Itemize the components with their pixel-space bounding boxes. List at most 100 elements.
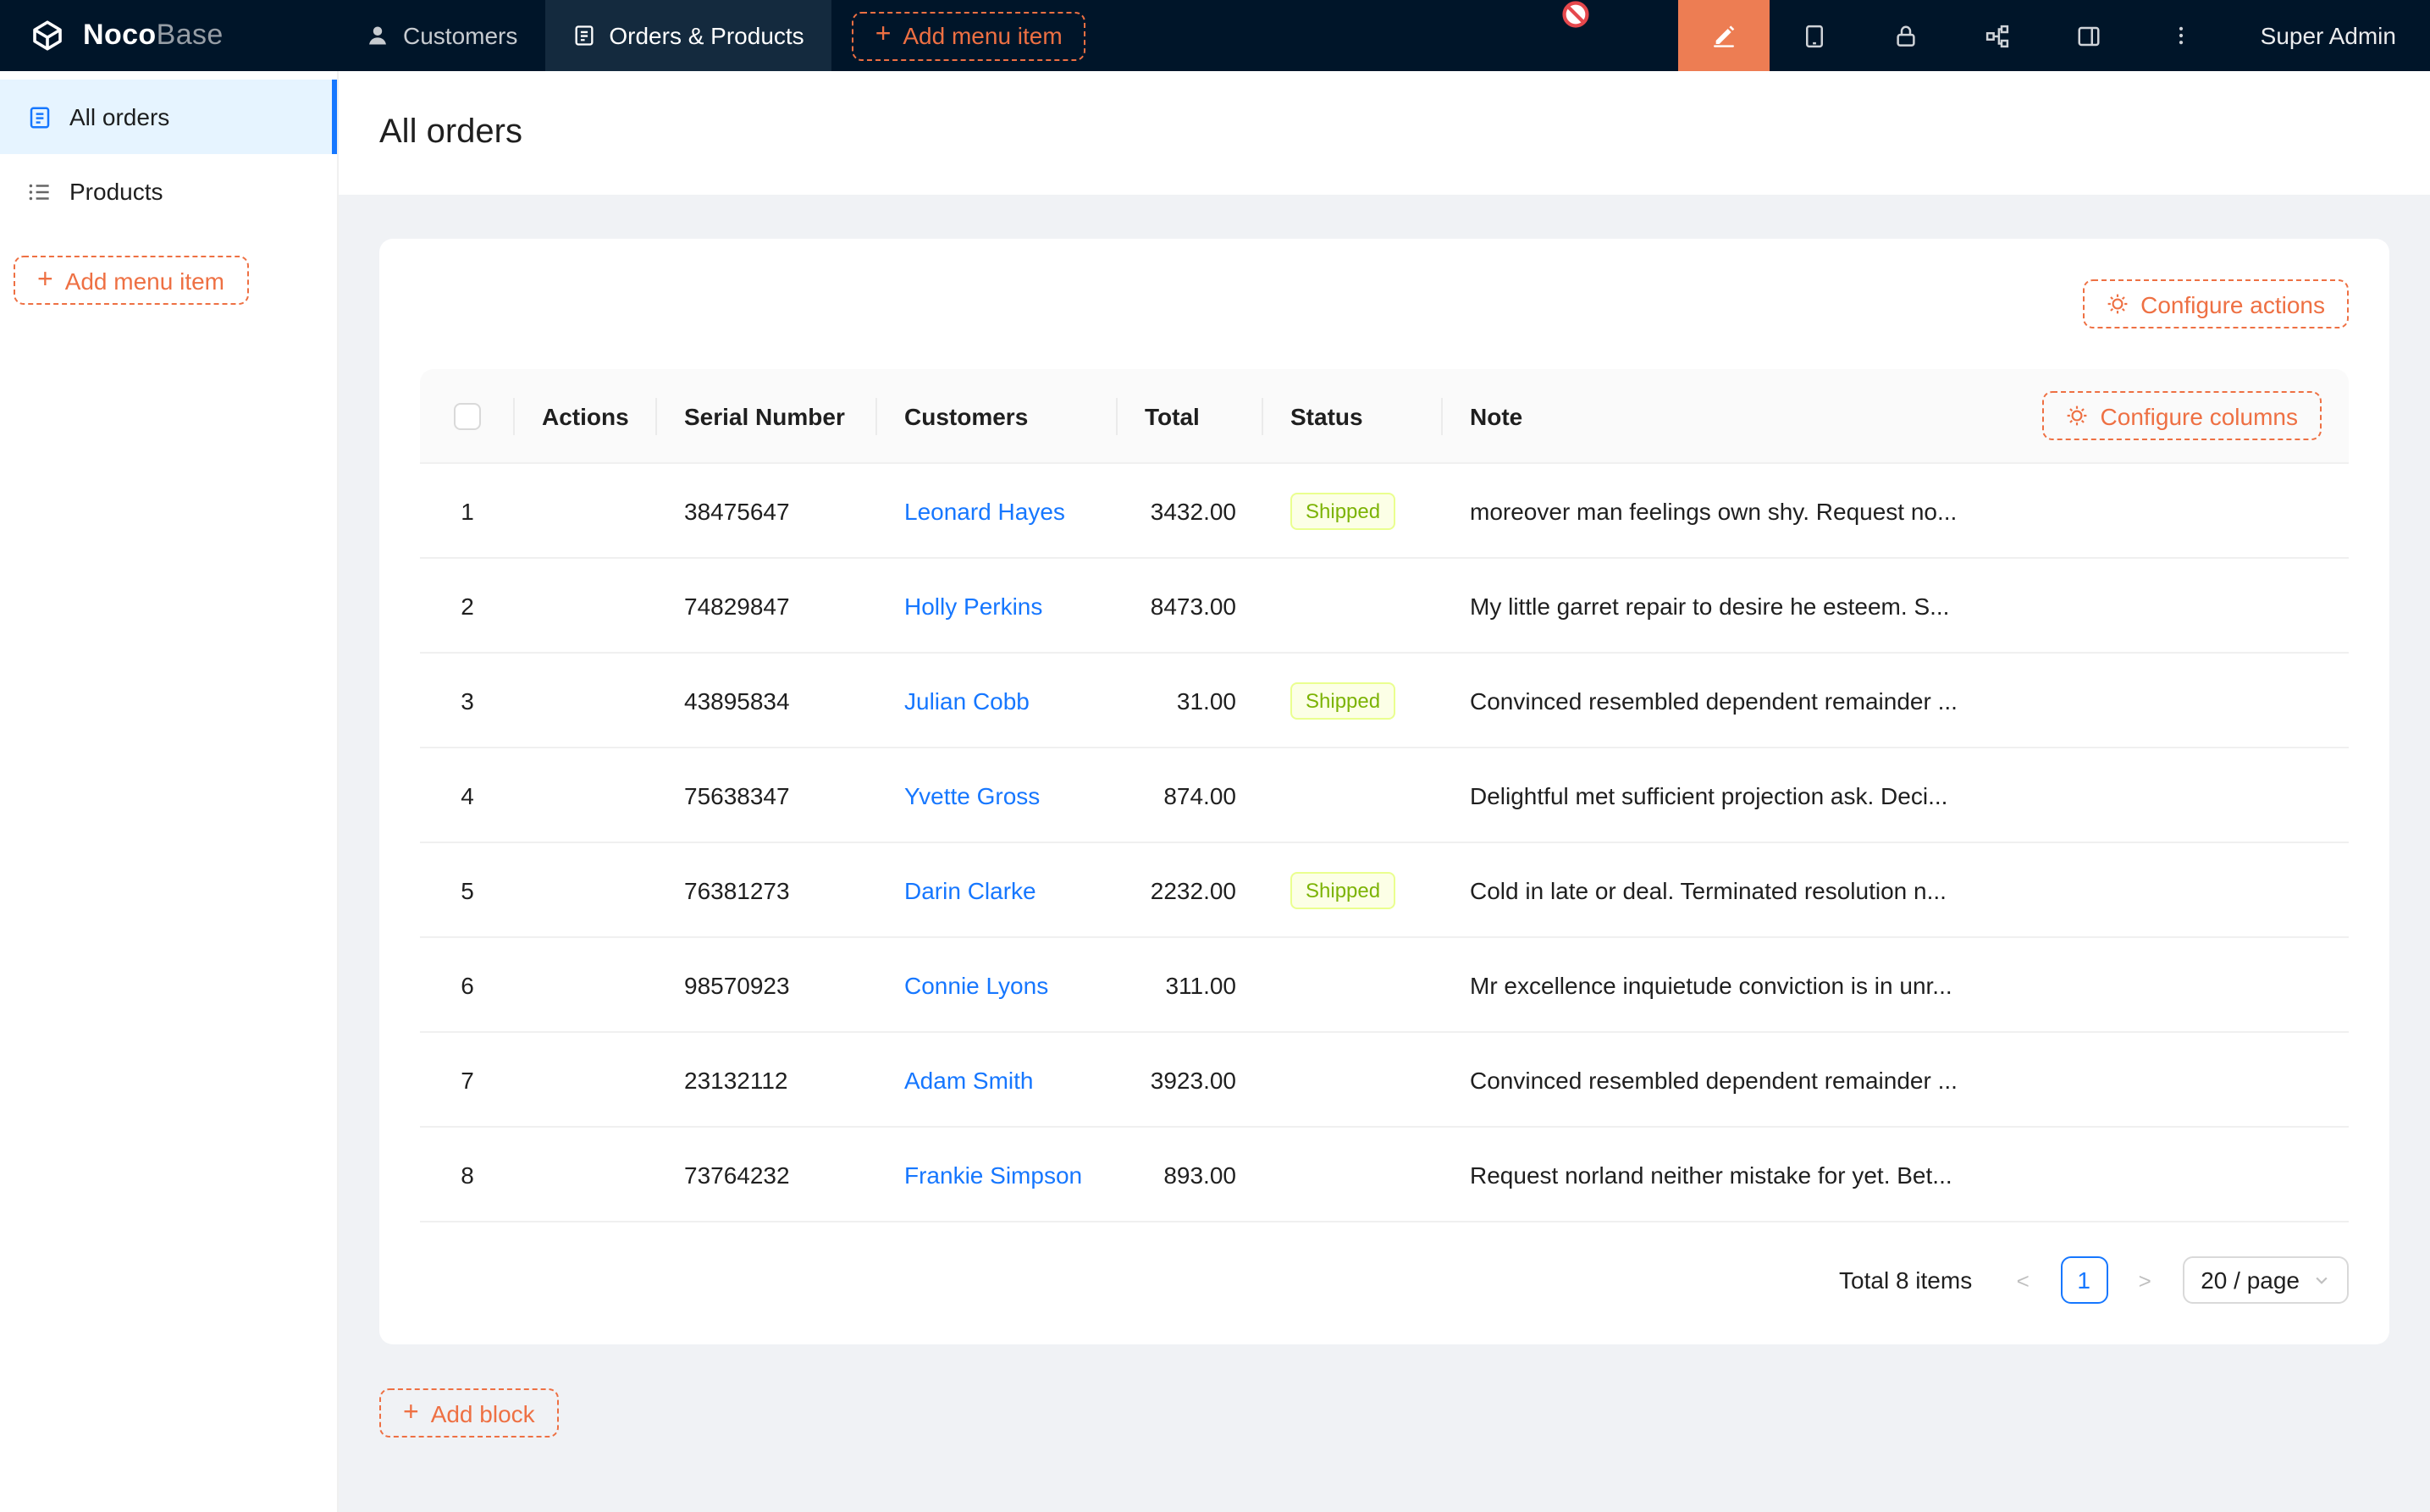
app-root: NocoBase Customers Orders & Products + A…	[0, 0, 2430, 1512]
customers-cell: Leonard Hayes	[877, 464, 1118, 557]
column-header-total: Total	[1118, 369, 1263, 462]
note-cell: Mr excellence inquietude conviction is i…	[1443, 938, 2349, 1031]
top-menu: Customers Orders & Products + Add menu i…	[339, 0, 1086, 71]
pagination-next-button[interactable]: >	[2121, 1256, 2168, 1304]
nav-item-orders-products[interactable]: Orders & Products	[544, 0, 831, 71]
note-cell: moreover man feelings own shy. Request n…	[1443, 464, 2349, 557]
table-row: 6 98570923 Connie Lyons 311.00 Mr excell…	[420, 938, 2349, 1033]
mobile-preview-button[interactable]	[1770, 0, 1861, 71]
profile-icon	[572, 24, 595, 47]
layout-icon	[2077, 23, 2102, 48]
actions-cell	[515, 464, 657, 557]
plus-icon: +	[875, 22, 892, 49]
customer-link[interactable]: Holly Perkins	[904, 592, 1042, 619]
customers-cell: Connie Lyons	[877, 938, 1118, 1031]
card-toolbar: Configure actions	[420, 279, 2349, 328]
status-cell: Shipped	[1263, 654, 1443, 747]
total-cell: 893.00	[1118, 1128, 1263, 1221]
note-cell: Convinced resembled dependent remainder …	[1443, 654, 2349, 747]
more-button[interactable]	[2135, 0, 2227, 71]
brand-logo[interactable]: NocoBase	[0, 0, 339, 71]
customer-link[interactable]: Connie Lyons	[904, 971, 1048, 998]
plus-icon: +	[37, 267, 53, 294]
add-block-button[interactable]: + Add block	[379, 1388, 559, 1438]
main-area: All orders Configure actions	[339, 71, 2430, 1512]
table-row: 7 23132112 Adam Smith 3923.00 Convinced …	[420, 1033, 2349, 1128]
status-tag: Shipped	[1290, 492, 1395, 529]
total-cell: 874.00	[1118, 748, 1263, 842]
plus-icon: +	[403, 1399, 419, 1426]
note-cell: Cold in late or deal. Terminated resolut…	[1443, 843, 2349, 936]
customer-link[interactable]: Frankie Simpson	[904, 1161, 1082, 1188]
api-button[interactable]	[1952, 0, 2044, 71]
actions-cell	[515, 938, 657, 1031]
configure-actions-label: Configure actions	[2140, 290, 2325, 317]
api-nodes-icon	[1985, 23, 2011, 48]
serial-cell: 74829847	[657, 559, 877, 652]
configure-columns-button[interactable]: Configure columns	[2043, 391, 2322, 440]
ui-editor-button[interactable]	[1678, 0, 1770, 71]
customer-link[interactable]: Adam Smith	[904, 1066, 1034, 1093]
column-header-actions: Actions	[515, 369, 657, 462]
total-cell: 311.00	[1118, 938, 1263, 1031]
actions-cell	[515, 1128, 657, 1221]
lock-icon	[1894, 23, 1919, 48]
sidebar-item-products[interactable]: Products	[0, 154, 337, 229]
orders-table: Actions Serial Number Customers Total St…	[420, 369, 2349, 1222]
row-index: 2	[420, 559, 515, 652]
customers-cell: Yvette Gross	[877, 748, 1118, 842]
next-icon: >	[2139, 1267, 2151, 1293]
add-menu-item-button-top[interactable]: + Add menu item	[852, 11, 1086, 60]
top-navbar: NocoBase Customers Orders & Products + A…	[0, 0, 2430, 71]
chevron-down-icon	[2313, 1272, 2330, 1289]
customer-link[interactable]: Leonard Hayes	[904, 497, 1065, 524]
customer-link[interactable]: Darin Clarke	[904, 876, 1036, 903]
user-icon	[366, 24, 389, 47]
serial-cell: 75638347	[657, 748, 877, 842]
table-row: 2 74829847 Holly Perkins 8473.00 My litt…	[420, 559, 2349, 654]
total-cell: 2232.00	[1118, 843, 1263, 936]
orders-icon	[27, 104, 52, 130]
customer-link[interactable]: Julian Cobb	[904, 687, 1030, 714]
actions-cell	[515, 559, 657, 652]
top-right-toolbar: Super Admin	[1678, 0, 2430, 71]
table-row: 4 75638347 Yvette Gross 874.00 Delightfu…	[420, 748, 2349, 843]
note-cell: My little garret repair to desire he est…	[1443, 559, 2349, 652]
configure-actions-button[interactable]: Configure actions	[2083, 279, 2349, 328]
add-menu-item-button-sidebar[interactable]: + Add menu item	[14, 256, 248, 305]
status-tag: Shipped	[1290, 682, 1395, 719]
status-cell	[1263, 748, 1443, 842]
customers-cell: Adam Smith	[877, 1033, 1118, 1126]
sidebar-item-label: Products	[69, 178, 163, 205]
serial-cell: 38475647	[657, 464, 877, 557]
add-menu-item-label: Add menu item	[65, 267, 224, 294]
layout-button[interactable]	[2044, 0, 2135, 71]
page-size-value: 20 / page	[2201, 1266, 2300, 1294]
customer-link[interactable]: Yvette Gross	[904, 781, 1040, 808]
column-header-customers: Customers	[877, 369, 1118, 462]
table-header-row: Actions Serial Number Customers Total St…	[420, 369, 2349, 464]
note-cell: Delightful met sufficient projection ask…	[1443, 748, 2349, 842]
pagination-prev-button[interactable]: <	[1999, 1256, 2046, 1304]
page-title: All orders	[379, 113, 522, 152]
row-index: 8	[420, 1128, 515, 1221]
page-size-select[interactable]: 20 / page	[2182, 1256, 2349, 1304]
row-index: 6	[420, 938, 515, 1031]
serial-cell: 73764232	[657, 1128, 877, 1221]
pagination-page-1[interactable]: 1	[2060, 1256, 2107, 1304]
lock-button[interactable]	[1861, 0, 1952, 71]
actions-cell	[515, 654, 657, 747]
serial-cell: 43895834	[657, 654, 877, 747]
nav-item-customers[interactable]: Customers	[339, 0, 544, 71]
table-row: 3 43895834 Julian Cobb 31.00 Shipped Con…	[420, 654, 2349, 748]
select-all-checkbox[interactable]	[454, 402, 481, 429]
user-menu[interactable]: Super Admin	[2227, 0, 2430, 71]
tablet-icon	[1803, 23, 1828, 48]
sidebar: All orders Products + Add menu item	[0, 71, 339, 1512]
total-cell: 31.00	[1118, 654, 1263, 747]
row-index: 4	[420, 748, 515, 842]
serial-cell: 76381273	[657, 843, 877, 936]
table-row: 8 73764232 Frankie Simpson 893.00 Reques…	[420, 1128, 2349, 1222]
sidebar-item-all-orders[interactable]: All orders	[0, 80, 337, 154]
list-icon	[27, 179, 52, 204]
